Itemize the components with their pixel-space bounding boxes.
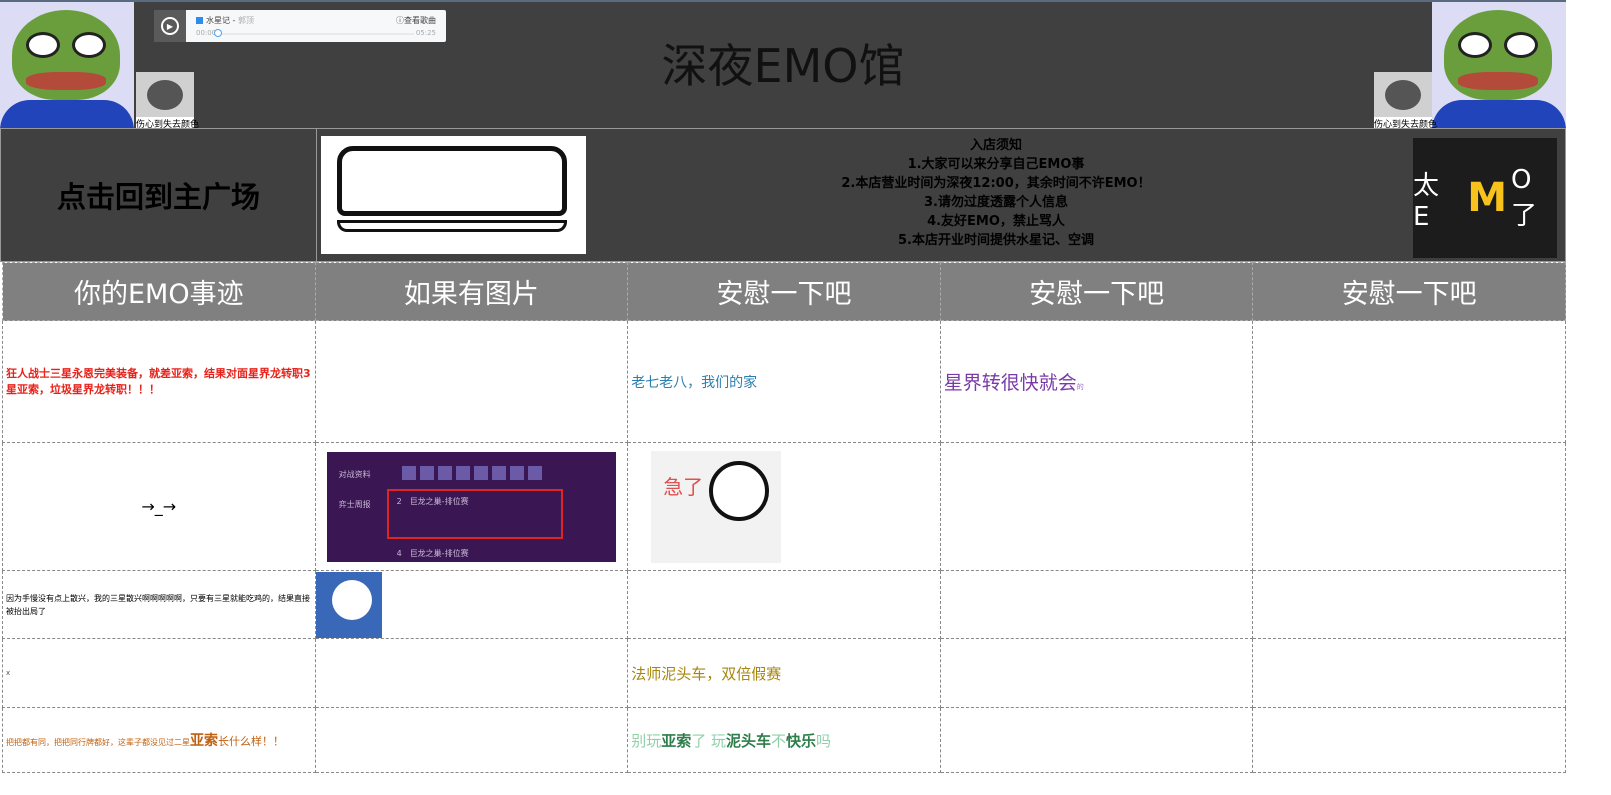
comfort-cell bbox=[1252, 707, 1566, 773]
table-header: 你的EMO事迹 如果有图片 安慰一下吧 安慰一下吧 安慰一下吧 bbox=[2, 262, 1566, 321]
sign-text: O了 bbox=[1511, 164, 1538, 231]
image-cell bbox=[314, 570, 629, 639]
comfort-text: 法师泥头车，双倍假赛 bbox=[627, 638, 941, 708]
rank: 4 bbox=[396, 548, 402, 558]
table-row: x 法师泥头车，双倍假赛 bbox=[2, 638, 1566, 708]
song-info: 水星记 - 郭顶 bbox=[196, 15, 254, 26]
comfort-text: 别玩 bbox=[631, 731, 662, 750]
image-cell bbox=[314, 320, 629, 443]
story-text: 把把都有同，把把同行牌都好，这辈子都没见过二星 bbox=[6, 738, 190, 747]
column-header: 你的EMO事迹 bbox=[2, 262, 316, 321]
table-row: →_→ 对战资料弈士周报 2 巨龙之巢-排位赛 4 巨龙之巢-排位赛 急了 bbox=[2, 442, 1566, 571]
story-text: 亚索 bbox=[190, 733, 218, 749]
comfort-text: 星界转很快就会 bbox=[943, 372, 1077, 394]
story-text: 长什么样！！ bbox=[218, 735, 284, 748]
story-cell: 因为手慢没有点上散兴，我的三星散兴啊啊啊啊啊，只要有三星就能吃鸡的，结果直接被抬… bbox=[2, 570, 316, 639]
air-conditioner-image bbox=[321, 136, 586, 254]
game-screenshot: 对战资料弈士周报 2 巨龙之巢-排位赛 4 巨龙之巢-排位赛 bbox=[326, 451, 616, 562]
m-logo: M bbox=[1467, 175, 1507, 221]
comfort-cell bbox=[1252, 570, 1566, 639]
match-name: 巨龙之巢-排位赛 bbox=[409, 548, 469, 558]
comfort-text: 的 bbox=[1076, 383, 1084, 391]
column-header: 安慰一下吧 bbox=[627, 262, 941, 321]
store-notice: 入店须知 1.大家可以来分享自己EMO事 2.本店营业时间为深夜12:00，其余… bbox=[586, 136, 1406, 250]
comfort-text: 亚索 bbox=[661, 731, 692, 750]
match-row: 2 巨龙之巢-排位赛 bbox=[397, 496, 469, 507]
info-bar: 点击回到主广场 入店须知 1.大家可以来分享自己EMO事 2.本店营业时间为深夜… bbox=[0, 128, 1566, 262]
game-text: 对战资料 bbox=[338, 469, 371, 479]
song-title: 水星记 bbox=[206, 16, 230, 25]
comfort-cell: 别玩亚索了 玩泥头车不快乐吗 bbox=[627, 707, 941, 773]
view-lyrics-link[interactable]: ⓘ查看歌曲 bbox=[396, 15, 436, 26]
notice-rule: 2.本店营业时间为深夜12:00，其余时间不许EMO！ bbox=[841, 176, 1151, 191]
comfort-cell bbox=[939, 442, 1254, 571]
story-cell: x bbox=[2, 638, 316, 708]
story-cell: →_→ bbox=[2, 442, 316, 571]
home-link[interactable]: 点击回到主广场 bbox=[1, 129, 317, 261]
comfort-cell bbox=[1252, 320, 1566, 443]
comfort-cell bbox=[939, 570, 1254, 639]
comfort-cell bbox=[627, 570, 941, 639]
column-header: 安慰一下吧 bbox=[1252, 262, 1566, 321]
meme-text: 急了 bbox=[663, 474, 704, 499]
story-cell: 把把都有同，把把同行牌都好，这辈子都没见过二星亚索长什么样！！ bbox=[2, 707, 316, 773]
comfort-text: 老七老八，我们的家 bbox=[631, 374, 758, 391]
comfort-text: 泥头车 bbox=[726, 731, 772, 750]
page-title: 深夜EMO馆 bbox=[661, 39, 905, 93]
music-icon bbox=[196, 17, 203, 24]
image-cell bbox=[314, 638, 629, 708]
game-text: 弈士周报 bbox=[338, 499, 371, 509]
sign-text: 太 E bbox=[1413, 170, 1440, 232]
comfort-text: 快乐 bbox=[786, 731, 817, 750]
notice-rule: 1.大家可以来分享自己EMO事 bbox=[907, 157, 1085, 172]
game-sidebar: 对战资料 弈士周报 bbox=[339, 460, 371, 520]
story-cell: 狂人战士三星永恩完美装备，就差亚索，结果对面星界龙转职3星亚索，垃圾星界龙转职！… bbox=[2, 320, 316, 443]
comfort-cell bbox=[1252, 442, 1566, 571]
match-name: 巨龙之巢-排位赛 bbox=[409, 496, 469, 506]
song-artist: 郭顶 bbox=[237, 16, 254, 25]
comfort-cell: 急了 bbox=[627, 442, 941, 571]
champion-icons bbox=[401, 465, 542, 480]
rank: 2 bbox=[396, 496, 402, 506]
doraemon-image bbox=[316, 571, 382, 638]
notice-title: 入店须知 bbox=[969, 138, 1022, 153]
comfort-cell: 星界转很快就会的 bbox=[939, 320, 1254, 443]
header: 伤心到失去颜色 伤心到失去颜色 ▶ 水星记 - 郭顶 ⓘ查看歌曲 00:00 0… bbox=[0, 0, 1566, 130]
notice-rule: 3.请勿过度透露个人信息 bbox=[924, 195, 1068, 210]
lyrics-label: 查看歌曲 bbox=[404, 16, 436, 25]
cat-meme-image: 急了 bbox=[651, 450, 782, 563]
image-cell: 对战资料弈士周报 2 巨龙之巢-排位赛 4 巨龙之巢-排位赛 bbox=[314, 442, 629, 571]
match-row: 4 巨龙之巢-排位赛 bbox=[396, 548, 469, 570]
comfort-text: 了 玩 bbox=[691, 731, 726, 750]
table-row: 狂人战士三星永恩完美装备，就差亚索，结果对面星界龙转职3星亚索，垃圾星界龙转职！… bbox=[2, 320, 1566, 443]
table-row: 把把都有同，把把同行牌都好，这辈子都没见过二星亚索长什么样！！ 别玩亚索了 玩泥… bbox=[2, 707, 1566, 773]
comfort-text: 不 bbox=[771, 731, 787, 750]
emo-table: 你的EMO事迹 如果有图片 安慰一下吧 安慰一下吧 安慰一下吧 狂人战士三星永恩… bbox=[2, 262, 1566, 773]
comfort-text: 吗 bbox=[816, 731, 832, 750]
column-header: 安慰一下吧 bbox=[939, 262, 1254, 321]
notice-rule: 5.本店开业时间提供水星记、空调 bbox=[898, 233, 1094, 248]
image-cell bbox=[314, 707, 629, 773]
column-header: 如果有图片 bbox=[314, 262, 629, 321]
table-row: 因为手慢没有点上散兴，我的三星散兴啊啊啊啊啊，只要有三星就能吃鸡的，结果直接被抬… bbox=[2, 570, 1566, 639]
notice-rule: 4.友好EMO，禁止骂人 bbox=[927, 214, 1065, 229]
comfort-cell bbox=[939, 638, 1254, 708]
mcdonalds-meme-image: 太 E M O了 bbox=[1413, 138, 1557, 258]
comfort-cell bbox=[939, 707, 1254, 773]
comfort-cell: 老七老八，我们的家 bbox=[627, 320, 941, 443]
comfort-cell bbox=[1252, 638, 1566, 708]
